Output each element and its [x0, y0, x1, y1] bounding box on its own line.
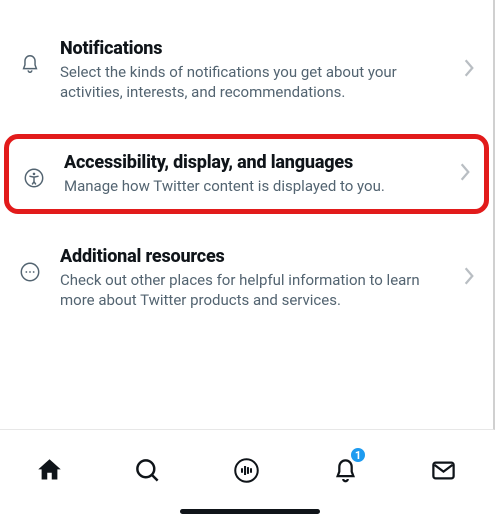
settings-row-desc: Select the kinds of notifications you ge…	[60, 62, 445, 103]
more-circle-icon	[18, 260, 42, 284]
settings-row-accessibility[interactable]: Accessibility, display, and languages Ma…	[4, 134, 489, 214]
settings-row-resources[interactable]: Additional resources Check out other pla…	[0, 228, 493, 328]
settings-row-body: Accessibility, display, and languages Ma…	[64, 152, 441, 196]
settings-row-body: Additional resources Check out other pla…	[60, 246, 445, 310]
accessibility-icon	[22, 166, 46, 190]
settings-row-desc: Manage how Twitter content is displayed …	[64, 176, 441, 196]
settings-row-title: Additional resources	[60, 246, 445, 268]
settings-list: Notifications Select the kinds of notifi…	[0, 0, 495, 430]
chevron-right-icon	[459, 162, 473, 186]
chevron-right-icon	[463, 58, 477, 82]
nav-home[interactable]	[29, 450, 69, 490]
notification-badge: 1	[349, 446, 367, 464]
settings-row-title: Notifications	[60, 38, 445, 60]
nav-messages[interactable]	[424, 450, 464, 490]
settings-row-body: Notifications Select the kinds of notifi…	[60, 38, 445, 102]
settings-row-title: Accessibility, display, and languages	[64, 152, 441, 174]
nav-search[interactable]	[128, 450, 168, 490]
settings-row-notifications[interactable]: Notifications Select the kinds of notifi…	[0, 20, 493, 120]
chevron-right-icon	[463, 266, 477, 290]
settings-row-desc: Check out other places for helpful infor…	[60, 270, 445, 311]
bell-icon	[18, 52, 42, 76]
nav-notifications[interactable]: 1	[325, 450, 365, 490]
home-indicator	[180, 509, 320, 514]
nav-spaces[interactable]	[226, 450, 266, 490]
